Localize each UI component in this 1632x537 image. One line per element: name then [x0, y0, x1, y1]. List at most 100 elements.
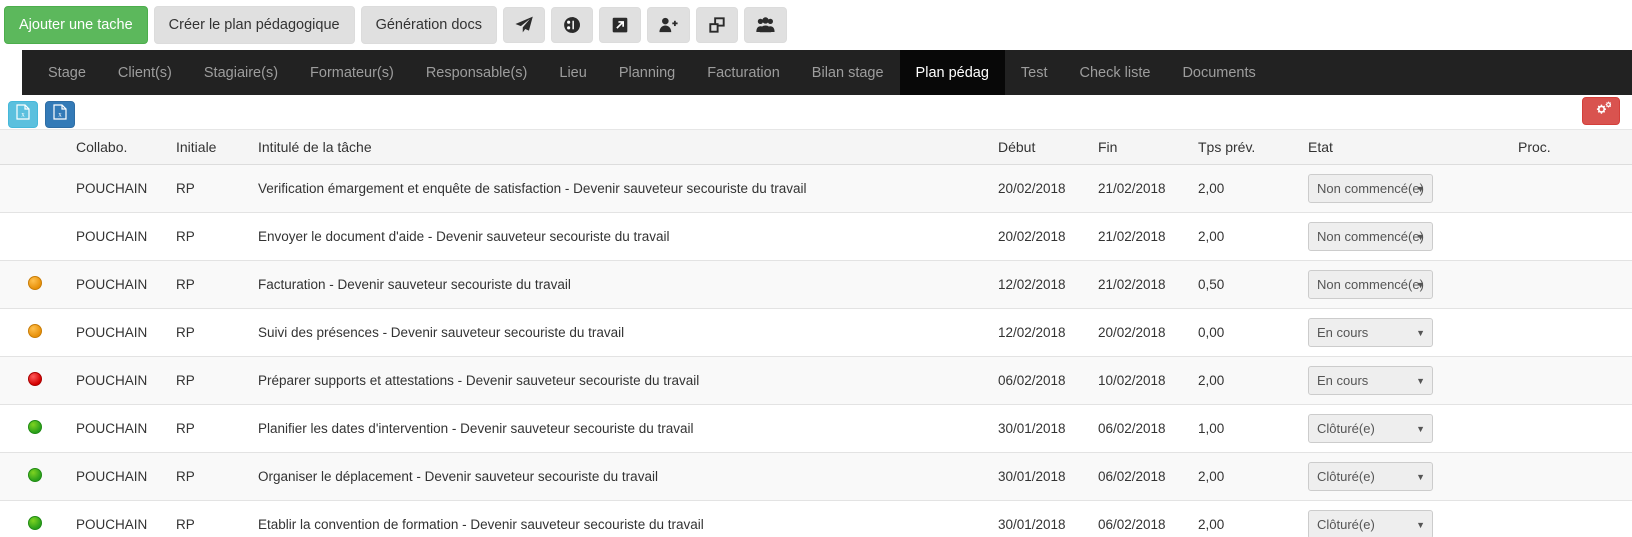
table-row[interactable]: POUCHAIN RP Verification émargement et e…	[0, 165, 1632, 213]
table-row[interactable]: POUCHAIN RP Suivi des présences - Deveni…	[0, 309, 1632, 357]
status-dot-orange-icon	[28, 276, 42, 290]
etat-cell: Clôturé(e) ▼	[1302, 453, 1512, 501]
state-select-wrapper: Non commencé(e) ▼	[1308, 174, 1433, 203]
group-users-button[interactable]	[744, 7, 787, 43]
state-select[interactable]: Non commencé(e)	[1308, 222, 1433, 251]
debut-cell: 30/01/2018	[992, 405, 1092, 453]
proc-cell	[1512, 213, 1632, 261]
state-select[interactable]: Non commencé(e)	[1308, 174, 1433, 203]
fin-cell: 21/02/2018	[1092, 213, 1192, 261]
status-cell	[0, 165, 70, 213]
open-external-button[interactable]	[599, 7, 641, 43]
state-select[interactable]: Non commencé(e)	[1308, 270, 1433, 299]
status-dot-green-icon	[28, 420, 42, 434]
table-header-row: Collabo. Initiale Intitulé de la tâche D…	[0, 130, 1632, 165]
task-title-cell: Suivi des présences - Devenir sauveteur …	[252, 309, 992, 357]
state-select[interactable]: Clôturé(e)	[1308, 414, 1433, 443]
status-cell	[0, 261, 70, 309]
tab-label: Formateur(s)	[310, 65, 394, 81]
fin-cell: 21/02/2018	[1092, 261, 1192, 309]
settings-cogs-button[interactable]	[1582, 97, 1620, 125]
tab-documents[interactable]: Documents	[1166, 50, 1271, 95]
tps-prev-cell: 2,00	[1192, 165, 1302, 213]
proc-cell	[1512, 453, 1632, 501]
proc-cell	[1512, 357, 1632, 405]
col-proc: Proc.	[1512, 130, 1632, 165]
tab-lieu[interactable]: Lieu	[543, 50, 602, 95]
table-row[interactable]: POUCHAIN RP Facturation - Devenir sauvet…	[0, 261, 1632, 309]
tab-label: Stagiaire(s)	[204, 65, 278, 81]
dashboard-button[interactable]	[551, 7, 593, 43]
table-row[interactable]: POUCHAIN RP Préparer supports et attesta…	[0, 357, 1632, 405]
tps-prev-cell: 2,00	[1192, 453, 1302, 501]
tab-plan-pedag[interactable]: Plan pédag	[900, 50, 1005, 95]
table-row[interactable]: POUCHAIN RP Etablir la convention de for…	[0, 501, 1632, 537]
initiale-cell: RP	[170, 405, 252, 453]
tab-planning[interactable]: Planning	[603, 50, 691, 95]
table-row[interactable]: POUCHAIN RP Organiser le déplacement - D…	[0, 453, 1632, 501]
status-cell	[0, 501, 70, 537]
state-select[interactable]: Clôturé(e)	[1308, 510, 1433, 537]
generate-docs-button[interactable]: Génération docs	[361, 6, 497, 45]
state-select[interactable]: En cours	[1308, 366, 1433, 395]
clone-button[interactable]	[696, 7, 738, 43]
col-task-title: Intitulé de la tâche	[252, 130, 992, 165]
debut-cell: 20/02/2018	[992, 165, 1092, 213]
tab-label: Documents	[1182, 65, 1255, 81]
tab-stage[interactable]: Stage	[32, 50, 102, 95]
svg-text:x: x	[21, 110, 25, 118]
tab-test[interactable]: Test	[1005, 50, 1064, 95]
tps-prev-cell: 2,00	[1192, 213, 1302, 261]
table-row[interactable]: POUCHAIN RP Envoyer le document d'aide -…	[0, 213, 1632, 261]
send-button[interactable]	[503, 7, 545, 43]
task-title-cell: Organiser le déplacement - Devenir sauve…	[252, 453, 992, 501]
status-dot-orange-icon	[28, 324, 42, 338]
col-etat: Etat	[1302, 130, 1512, 165]
tab-label: Responsable(s)	[426, 65, 528, 81]
table-row[interactable]: POUCHAIN RP Planifier les dates d'interv…	[0, 405, 1632, 453]
user-plus-icon	[659, 16, 678, 34]
clone-icon	[708, 16, 726, 34]
file-excel-icon: x	[53, 104, 67, 125]
tab-facturation[interactable]: Facturation	[691, 50, 796, 95]
proc-cell	[1512, 261, 1632, 309]
status-cell	[0, 405, 70, 453]
tab-label: Test	[1021, 65, 1048, 81]
collabo-cell: POUCHAIN	[70, 405, 170, 453]
task-title-cell: Envoyer le document d'aide - Devenir sau…	[252, 213, 992, 261]
initiale-cell: RP	[170, 213, 252, 261]
tab-label: Bilan stage	[812, 65, 884, 81]
tab-formateurs[interactable]: Formateur(s)	[294, 50, 410, 95]
excel-export-light-button[interactable]: x	[8, 101, 38, 128]
add-user-button[interactable]	[647, 7, 690, 43]
excel-export-dark-button[interactable]: x	[45, 101, 75, 128]
create-pedagogical-plan-button[interactable]: Créer le plan pédagogique	[154, 6, 355, 45]
tab-stagiaires[interactable]: Stagiaire(s)	[188, 50, 294, 95]
etat-cell: Non commencé(e) ▼	[1302, 261, 1512, 309]
file-excel-icon: x	[16, 104, 30, 125]
state-select[interactable]: En cours	[1308, 318, 1433, 347]
state-select[interactable]: Clôturé(e)	[1308, 462, 1433, 491]
collabo-cell: POUCHAIN	[70, 309, 170, 357]
add-task-button[interactable]: Ajouter une tache	[4, 6, 148, 45]
col-status	[0, 130, 70, 165]
collabo-cell: POUCHAIN	[70, 501, 170, 537]
state-select-wrapper: En cours ▼	[1308, 318, 1433, 347]
debut-cell: 30/01/2018	[992, 453, 1092, 501]
tab-label: Facturation	[707, 65, 780, 81]
fin-cell: 06/02/2018	[1092, 405, 1192, 453]
tab-bilan-stage[interactable]: Bilan stage	[796, 50, 900, 95]
collabo-cell: POUCHAIN	[70, 261, 170, 309]
tab-check-liste[interactable]: Check liste	[1064, 50, 1167, 95]
tab-clients[interactable]: Client(s)	[102, 50, 188, 95]
task-title-cell: Verification émargement et enquête de sa…	[252, 165, 992, 213]
task-table-container: Collabo. Initiale Intitulé de la tâche D…	[0, 129, 1632, 537]
paper-plane-icon	[515, 16, 533, 34]
tab-label: Stage	[48, 65, 86, 81]
tab-label: Planning	[619, 65, 675, 81]
cogs-icon	[1592, 101, 1611, 122]
status-cell	[0, 357, 70, 405]
tab-responsables[interactable]: Responsable(s)	[410, 50, 544, 95]
collabo-cell: POUCHAIN	[70, 453, 170, 501]
tps-prev-cell: 2,00	[1192, 501, 1302, 537]
